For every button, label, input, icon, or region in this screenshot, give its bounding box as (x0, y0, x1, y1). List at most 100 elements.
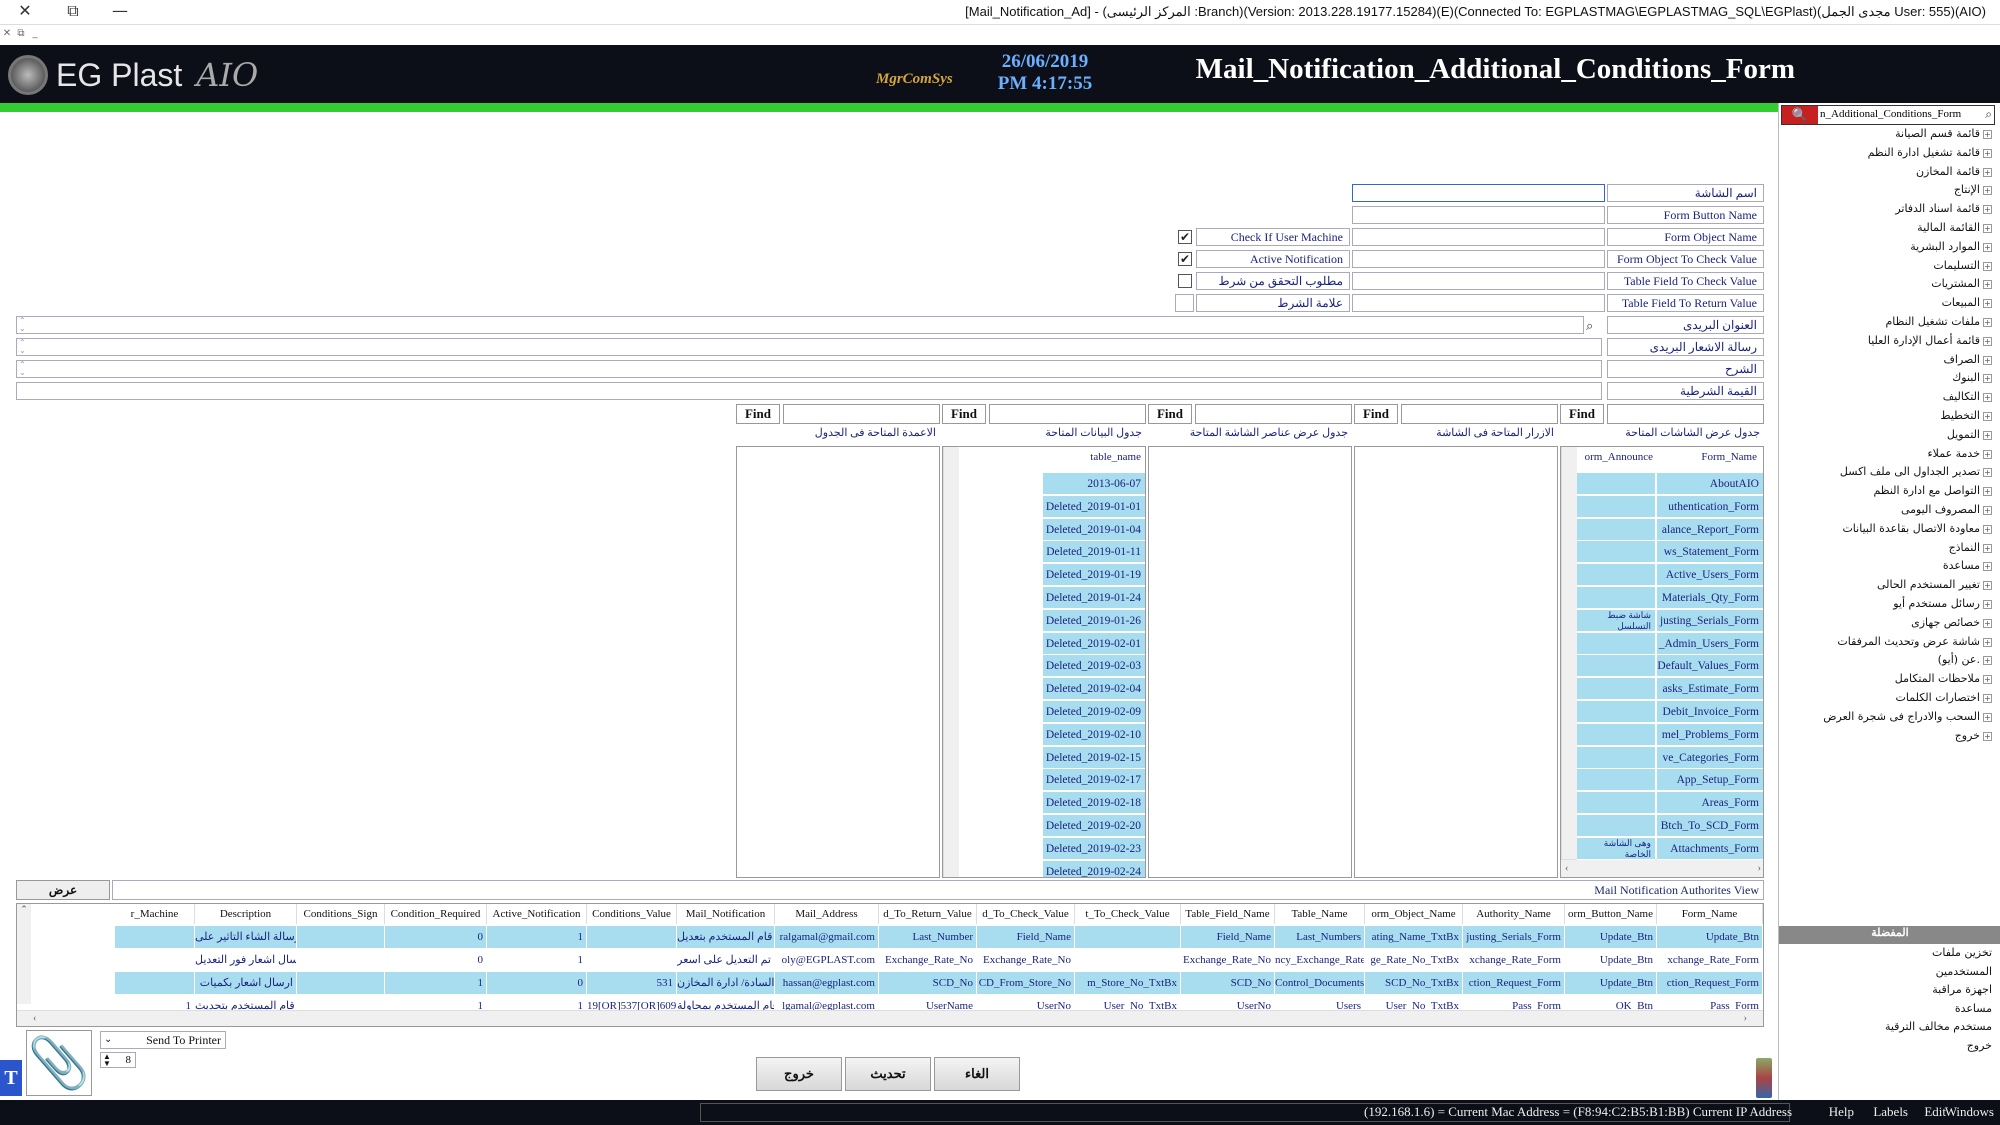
expand-icon[interactable]: + (1983, 280, 1992, 290)
grid-cell[interactable]: Update_Btn (1565, 926, 1657, 948)
tables-list-item[interactable]: Deleted_2019-02-24 (1043, 860, 1145, 877)
grid-cell[interactable]: رسالة الشاء التاثير على (195, 926, 297, 948)
minimize-icon[interactable]: — (100, 0, 140, 25)
expand-icon[interactable]: + (1983, 130, 1992, 139)
exit-button[interactable]: خروج (756, 1057, 842, 1091)
expand-icon[interactable]: + (1983, 411, 1992, 421)
tables-list-item[interactable]: Deleted_2019-01-04 (1043, 518, 1145, 541)
find-columns-button[interactable]: Find (736, 404, 780, 424)
grid-cell[interactable] (115, 949, 195, 971)
menu-item[interactable]: قائمة قسم الصيانة + (1782, 127, 1992, 146)
grid-column-header[interactable]: orm_Button_Name (1565, 904, 1657, 924)
expand-icon[interactable]: + (1983, 693, 1992, 703)
grid-cell[interactable] (297, 972, 385, 994)
expand-icon[interactable]: + (1983, 393, 1992, 403)
tables-list-item[interactable]: Deleted_2019-02-01 (1043, 632, 1145, 655)
expand-icon[interactable]: + (1983, 524, 1992, 534)
grid-cell[interactable]: 0 (385, 949, 487, 971)
menu-item[interactable]: المصروف اليومى + (1782, 503, 1992, 522)
favorite-item[interactable]: تخزين ملفات (1782, 946, 1992, 965)
find-tables-input[interactable] (989, 404, 1146, 424)
help-menu[interactable]: Help (1829, 1104, 1854, 1120)
expand-icon[interactable]: + (1983, 712, 1992, 722)
grid-cell[interactable]: m_Store_No_TxtBx (1075, 972, 1181, 994)
find-elements-input[interactable] (1195, 404, 1352, 424)
mail-address-input[interactable]: ⌃ ⌄ (16, 316, 1584, 334)
menu-search[interactable]: 🔍 n_Additional_Conditions_Form ⌕ (1781, 105, 1995, 125)
expand-icon[interactable]: + (1983, 449, 1992, 459)
forms-list-item[interactable]: alance_Report_Form (1657, 518, 1763, 541)
grid-cell[interactable]: Update_Btn (1565, 972, 1657, 994)
grid-cell[interactable]: Exchange_Rate_No (879, 949, 977, 971)
tables-list-item[interactable]: Deleted_2019-02-03 (1043, 655, 1145, 678)
menu-item[interactable]: خروج + (1782, 729, 1992, 748)
elements-list[interactable] (1148, 446, 1352, 878)
expand-icon[interactable]: + (1983, 675, 1992, 685)
expand-icon[interactable]: + (1983, 637, 1992, 647)
view-button[interactable]: عرض (16, 880, 110, 900)
stepper-arrows-icon[interactable]: ▲ ▼ (103, 1053, 111, 1068)
menu-item[interactable]: الإنتاج + (1782, 183, 1992, 202)
expand-icon[interactable]: + (1983, 505, 1992, 515)
condition-sign-input[interactable] (1175, 294, 1194, 312)
columns-list[interactable] (736, 446, 940, 878)
grid-cell[interactable]: السادة/ ادارة المخازن (677, 972, 775, 994)
grid-column-header[interactable]: Mail_Address (775, 904, 879, 924)
grid-cell[interactable]: Control_Documents (1275, 972, 1365, 994)
expand-icon[interactable]: + (1983, 430, 1992, 440)
grid-cell[interactable]: 0 (385, 926, 487, 948)
menu-item[interactable]: شاشة عرض وتحديث المرفقات + (1782, 635, 1992, 654)
forms-list-item[interactable]: uthentication_Form (1657, 495, 1763, 518)
expand-icon[interactable]: + (1983, 148, 1992, 158)
favorite-item[interactable]: خروج (1782, 1039, 1992, 1058)
grid-cell[interactable]: لقد قام المستخدم بتعديل (677, 926, 775, 948)
grid-column-header[interactable]: Conditions_Value (587, 904, 677, 924)
grid-column-header[interactable]: d_To_Check_Value (977, 904, 1075, 924)
grid-cell[interactable]: 531 (587, 972, 677, 994)
forms-list-item[interactable]: AboutAIO (1657, 473, 1763, 495)
find-buttons-button[interactable]: Find (1354, 404, 1398, 424)
grid-column-header[interactable]: orm_Object_Name (1365, 904, 1463, 924)
forms-list-item[interactable]: Materials_Qty_Form (1657, 587, 1763, 609)
grid-cell[interactable]: Exchange_Rate_No (977, 949, 1075, 971)
grid-cell[interactable] (587, 926, 677, 948)
expand-icon[interactable]: + (1983, 543, 1992, 553)
forms-list-item[interactable]: _Admin_Users_Form (1657, 632, 1763, 655)
tools-icon[interactable] (1756, 1058, 1772, 1098)
send-to-printer-dropdown[interactable]: ⌄ Send To Printer (100, 1031, 226, 1049)
expand-icon[interactable]: + (1983, 562, 1992, 572)
grid-column-header[interactable]: Active_Notification (487, 904, 587, 924)
expand-icon[interactable]: + (1983, 731, 1992, 741)
grid-column-header[interactable]: t_To_Check_Value (1075, 904, 1181, 924)
find-elements-button[interactable]: Find (1148, 404, 1192, 424)
menu-item[interactable]: التسليمات + (1782, 259, 1992, 278)
table-field-check-input[interactable] (1352, 272, 1605, 290)
grid-cell[interactable] (115, 972, 195, 994)
expand-icon[interactable]: + (1983, 374, 1992, 384)
grid-column-header[interactable]: r_Machine (115, 904, 195, 924)
expand-icon[interactable]: + (1983, 618, 1992, 628)
expand-icon[interactable]: + (1983, 261, 1992, 271)
tables-list-item[interactable]: 2013-06-07 (1043, 473, 1145, 495)
menu-item[interactable]: التخطيط + (1782, 409, 1992, 428)
menu-item[interactable]: قائمة المخازن + (1782, 165, 1992, 184)
menu-item[interactable]: رسائل مستخدم أيو + (1782, 597, 1992, 616)
menu-item[interactable]: المبيعات + (1782, 296, 1992, 315)
menu-item[interactable]: معاودة الاتصال بقاعدة البيانات + (1782, 522, 1992, 541)
form-object-check-input[interactable] (1352, 250, 1605, 268)
check-user-machine-checkbox[interactable]: ✔ (1178, 230, 1192, 244)
forms-list[interactable]: Form_Name orm_Announce ‹ › AboutAIO uthent… (1560, 446, 1764, 878)
grid-cell[interactable] (1075, 926, 1181, 948)
mdi-minimize-icon[interactable]: _ (28, 28, 42, 39)
grid-column-header[interactable]: Authority_Name (1463, 904, 1565, 924)
menu-item[interactable]: قائمة تشغيل ادارة النظم + (1782, 146, 1992, 165)
favorite-item[interactable]: مستخدم مخالف الترقية (1782, 1020, 1992, 1039)
restore-icon[interactable]: ⧉ (53, 0, 93, 25)
tables-list-item[interactable]: Deleted_2019-02-17 (1043, 769, 1145, 792)
tables-list-item[interactable]: Deleted_2019-01-26 (1043, 609, 1145, 632)
search-icon[interactable]: ⌕ (1985, 107, 1992, 122)
tables-list[interactable]: table_name 2013-06-07 Deleted_2019-01-01 D… (942, 446, 1146, 878)
grid-cell[interactable]: ralgamal@gmail.com (775, 926, 879, 948)
forms-list-item[interactable]: asks_Estimate_Form (1657, 678, 1763, 701)
grid-cell[interactable]: Field_Name (1181, 926, 1275, 948)
